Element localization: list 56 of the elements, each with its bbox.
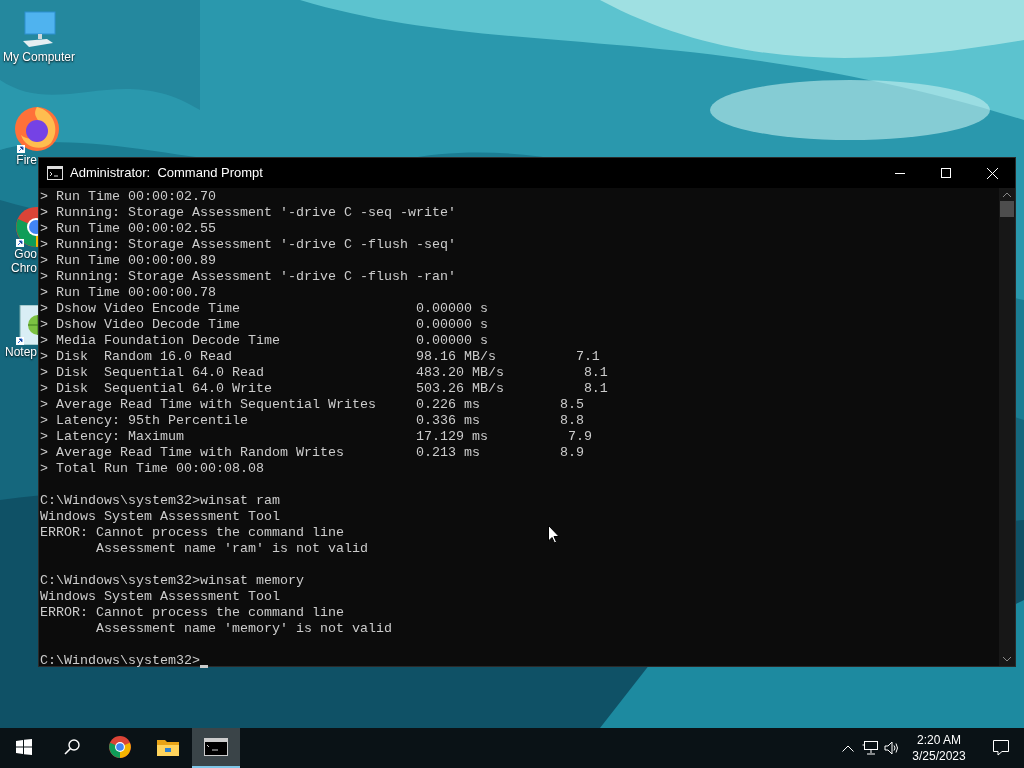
desktop-icon-label[interactable]: Fire	[16, 153, 37, 167]
console-line: Windows System Assessment Tool	[40, 589, 280, 605]
console-line: > Running: Storage Assessment '-drive C -flush -seq'	[40, 237, 456, 253]
network-icon[interactable]	[862, 741, 878, 755]
desktop-icon-label[interactable]: Goo	[14, 247, 37, 261]
console-line: > Run Time 00:00:00.89	[40, 253, 216, 269]
search-icon	[64, 739, 80, 755]
console-line: C:\Windows\system32>	[40, 653, 200, 669]
console-line: > Run Time 00:00:02.55	[40, 221, 216, 237]
folder-icon	[157, 738, 179, 756]
volume-icon[interactable]	[884, 741, 900, 755]
console-line: > Average Read Time with Random Writes 0.213 ms 8.9	[40, 445, 584, 461]
clock[interactable]: 2:20 AM 3/25/2023	[900, 732, 978, 764]
speech-bubble-icon	[993, 740, 1009, 756]
desktop-icon-label[interactable]: Chro	[11, 261, 37, 275]
console-line: ERROR: Cannot process the command line	[40, 605, 344, 621]
clock-date: 3/25/2023	[912, 748, 966, 764]
console-line: > Dshow Video Encode Time 0.00000 s	[40, 301, 488, 317]
console-line: > Latency: Maximum 17.129 ms 7.9	[40, 429, 592, 445]
desktop-icon-label[interactable]: Notep	[4, 345, 37, 359]
console-line: > Disk Sequential 64.0 Read 483.20 MB/s 8.1	[40, 365, 608, 381]
console-line: > Running: Storage Assessment '-drive C -seq -write'	[40, 205, 456, 221]
close-icon	[986, 167, 998, 179]
window-title: Administrator: Command Prompt	[70, 164, 263, 183]
console-line: > Running: Storage Assessment '-drive C -flush -ran'	[40, 269, 456, 285]
windows-logo-icon	[16, 739, 32, 755]
scroll-up-icon	[1003, 192, 1011, 197]
scroll-thumb[interactable]	[1000, 201, 1014, 217]
console-line: C:\Windows\system32>winsat memory	[40, 573, 304, 589]
console-line: > Total Run Time 00:00:08.08	[40, 461, 264, 477]
console-line: Assessment name 'memory' is not valid	[95, 621, 392, 637]
console-line: > Disk Sequential 64.0 Write 503.26 MB/s 8.1	[40, 381, 608, 397]
scroll-down-icon	[1003, 657, 1011, 662]
console-line: > Average Read Time with Sequential Writes 0.226 ms 8.5	[40, 397, 584, 413]
mouse-pointer-icon	[548, 525, 560, 544]
scrollbar[interactable]	[999, 188, 1015, 666]
console-icon	[47, 166, 63, 180]
console-line: > Media Foundation Decode Time 0.00000 s	[40, 333, 488, 349]
taskbar-button[interactable]	[192, 728, 240, 768]
firefox-icon	[13, 105, 61, 153]
desktop-icon-label[interactable]: My Computer	[3, 50, 75, 64]
console-line: > Run Time 00:00:00.78	[40, 285, 216, 301]
console-line: ERROR: Cannot process the command line	[40, 525, 344, 541]
console-icon	[204, 738, 228, 756]
console-line: Windows System Assessment Tool	[40, 509, 280, 525]
console-line: Assessment name 'ram' is not valid	[95, 541, 368, 557]
chrome-icon	[108, 735, 132, 759]
console-line: C:\Windows\system32>winsat ram	[40, 493, 280, 509]
console-line: > Latency: 95th Percentile 0.336 ms 8.8	[40, 413, 584, 429]
console-line: > Dshow Video Decode Time 0.00000 s	[40, 317, 488, 333]
minimize-icon	[895, 172, 905, 174]
console-line: > Disk Random 16.0 Read 98.16 MB/s 7.1	[40, 349, 600, 365]
maximize-icon	[941, 168, 951, 178]
console-line: > Run Time 00:00:02.70	[40, 189, 216, 205]
clock-time: 2:20 AM	[917, 732, 961, 748]
chevron-up-icon[interactable]	[842, 744, 854, 752]
